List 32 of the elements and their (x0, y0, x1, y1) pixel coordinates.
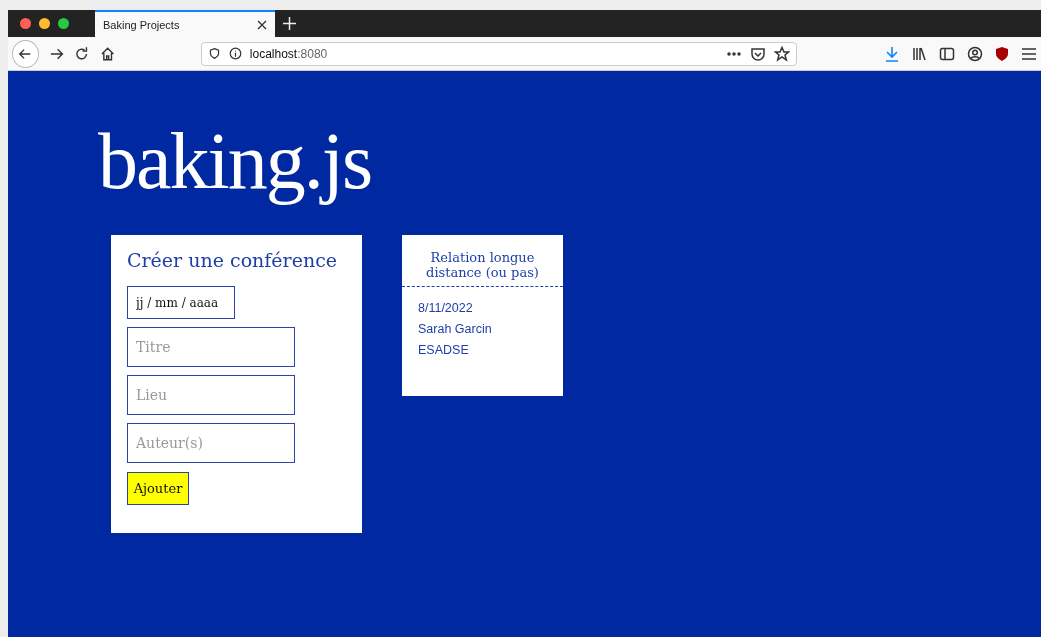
sidebar-icon[interactable] (938, 45, 955, 62)
zoom-window-button[interactable] (58, 18, 69, 29)
menu-icon[interactable] (1020, 45, 1037, 62)
download-icon[interactable] (884, 45, 899, 62)
close-icon[interactable] (257, 19, 267, 30)
text-field[interactable]: Auteur(s) (127, 423, 295, 463)
logo: baking.js (98, 116, 372, 207)
browser-tab[interactable]: Baking Projects (95, 10, 275, 37)
conference-place: ESADSE (418, 342, 469, 357)
form-title: Créer une conférence (127, 249, 338, 271)
back-icon[interactable] (18, 46, 33, 61)
minimize-window-button[interactable] (39, 18, 50, 29)
conference-date: 8/11/2022 (418, 300, 473, 315)
conference-author: Sarah Garcin (418, 321, 492, 336)
shield-icon[interactable] (207, 47, 221, 60)
url-text: localhost:8080 (249, 46, 329, 61)
shield-extension-icon[interactable] (994, 45, 1009, 62)
star-icon[interactable] (773, 45, 790, 62)
back-button[interactable] (12, 39, 39, 68)
account-icon[interactable] (966, 45, 983, 62)
info-icon[interactable] (228, 47, 242, 60)
new-tab-icon[interactable] (283, 17, 296, 30)
library-icon[interactable] (910, 45, 927, 62)
close-window-button[interactable] (20, 18, 31, 29)
home-icon[interactable] (99, 45, 115, 62)
address-bar[interactable]: localhost:8080 (200, 41, 797, 66)
add-button[interactable]: Ajouter (127, 472, 189, 505)
reload-icon[interactable] (74, 45, 90, 62)
pocket-icon[interactable] (749, 45, 766, 62)
text-field[interactable]: Titre (127, 327, 295, 367)
text-field[interactable]: Lieu (127, 375, 295, 415)
conference-title: Relation longue distance (ou pas) (402, 235, 563, 287)
